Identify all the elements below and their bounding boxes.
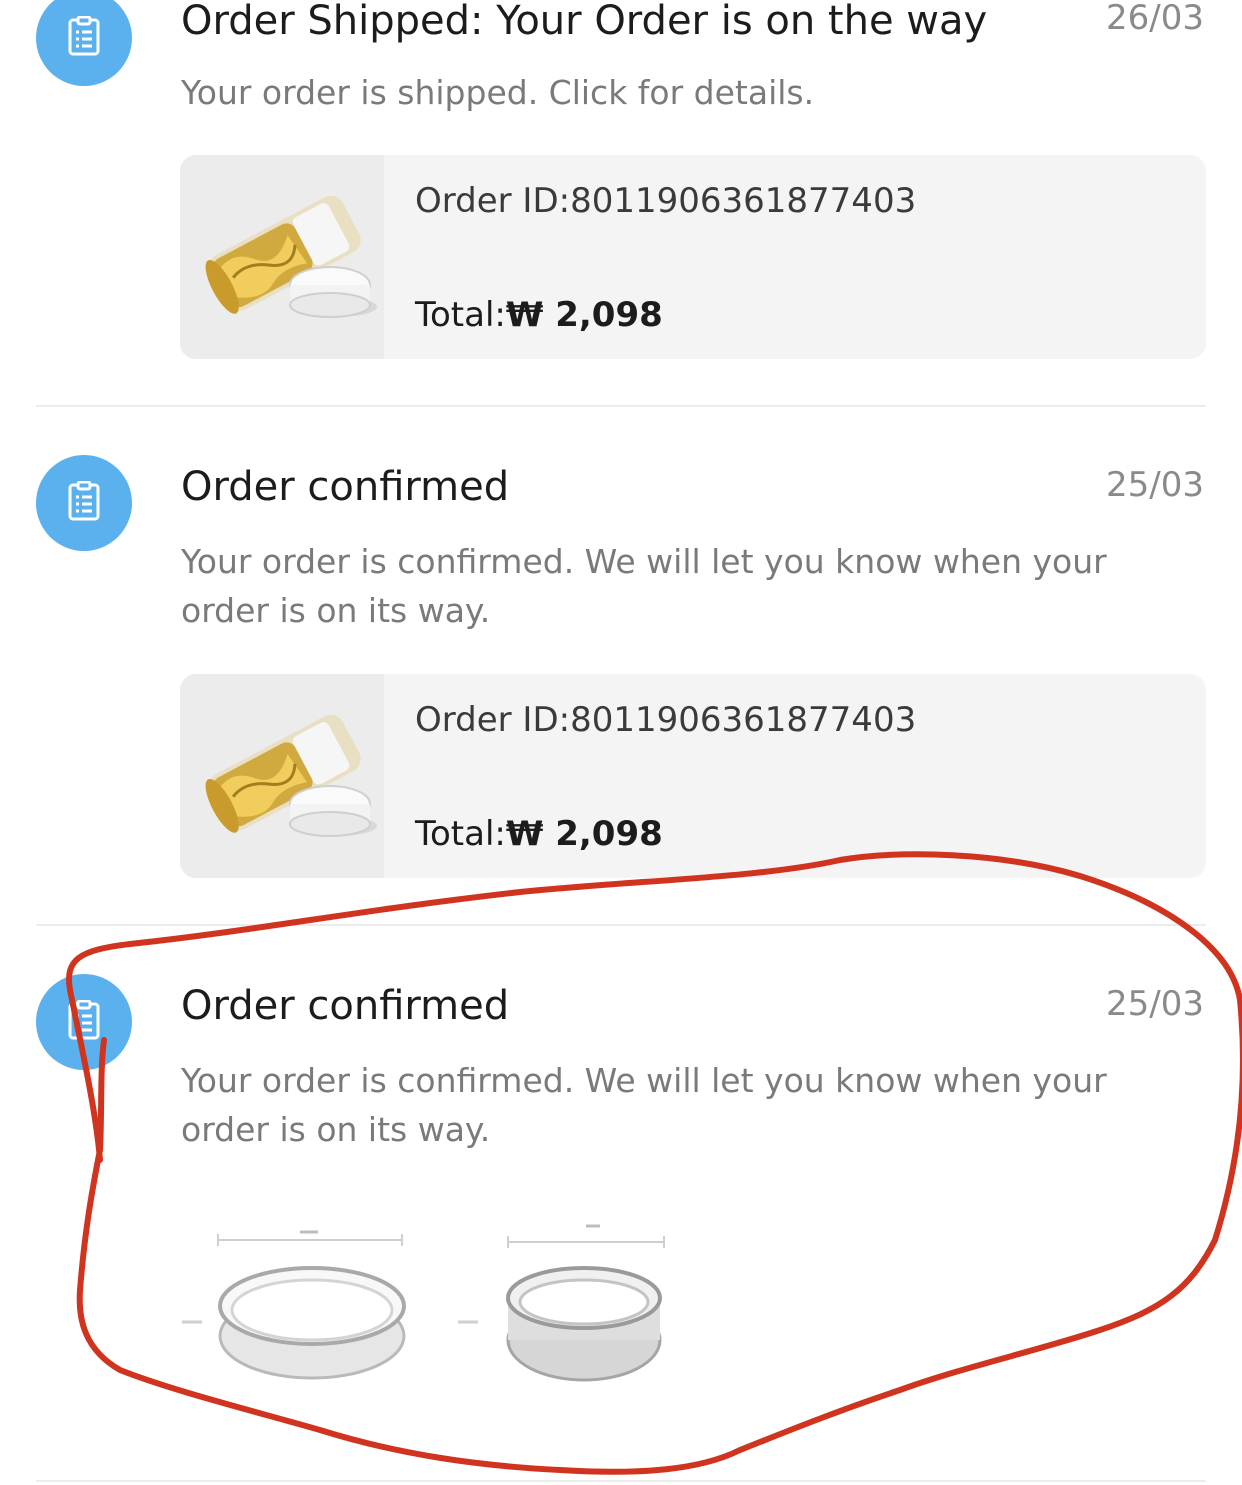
order-notification-avatar — [36, 974, 132, 1070]
gold-leaf-jar-image — [180, 155, 384, 359]
notification-description: Your order is shipped. Click for details… — [181, 73, 815, 112]
notification-title: Order Shipped: Your Order is on the way — [181, 0, 988, 44]
notification-description: Your order is confirmed. We will let you… — [181, 542, 1107, 630]
clipboard-list-icon — [68, 16, 100, 56]
notification-order-shipped[interactable]: Order Shipped: Your Order is on the way … — [0, 0, 1242, 406]
gold-leaf-jar-image — [180, 674, 384, 878]
product-thumbnail-steel-ring-small[interactable] — [458, 1190, 698, 1430]
notification-title: Order confirmed — [181, 464, 510, 510]
clipboard-list-icon — [68, 1000, 100, 1040]
product-thumbnail-gold-leaf-jar — [180, 155, 384, 359]
order-notification-avatar — [36, 0, 132, 86]
order-total: Total:₩ 2,098 — [415, 295, 663, 335]
notification-order-confirmed[interactable]: Order confirmed 25/03 Your order is conf… — [0, 406, 1242, 926]
product-thumbnail-steel-ring-large[interactable] — [178, 1190, 418, 1430]
order-id: Order ID:8011906361877403 — [415, 700, 917, 740]
order-summary-card[interactable]: Order ID:8011906361877403 Total:₩ 2,098 — [180, 674, 1206, 878]
steel-ring-image — [178, 1190, 418, 1430]
notification-description: Your order is confirmed. We will let you… — [181, 1061, 1107, 1149]
steel-ring-image — [458, 1190, 698, 1430]
notification-date: 25/03 — [1106, 984, 1204, 1024]
clipboard-list-icon — [68, 481, 100, 521]
list-divider — [36, 1480, 1206, 1482]
order-notification-avatar — [36, 455, 132, 551]
notification-date: 26/03 — [1106, 0, 1204, 38]
order-id: Order ID:8011906361877403 — [415, 181, 917, 221]
notification-date: 25/03 — [1106, 465, 1204, 505]
order-total: Total:₩ 2,098 — [415, 814, 663, 854]
notification-title: Order confirmed — [181, 983, 510, 1029]
product-thumbnail-gold-leaf-jar — [180, 674, 384, 878]
order-summary-card[interactable]: Order ID:8011906361877403 Total:₩ 2,098 — [180, 155, 1206, 359]
product-images — [178, 1190, 698, 1430]
